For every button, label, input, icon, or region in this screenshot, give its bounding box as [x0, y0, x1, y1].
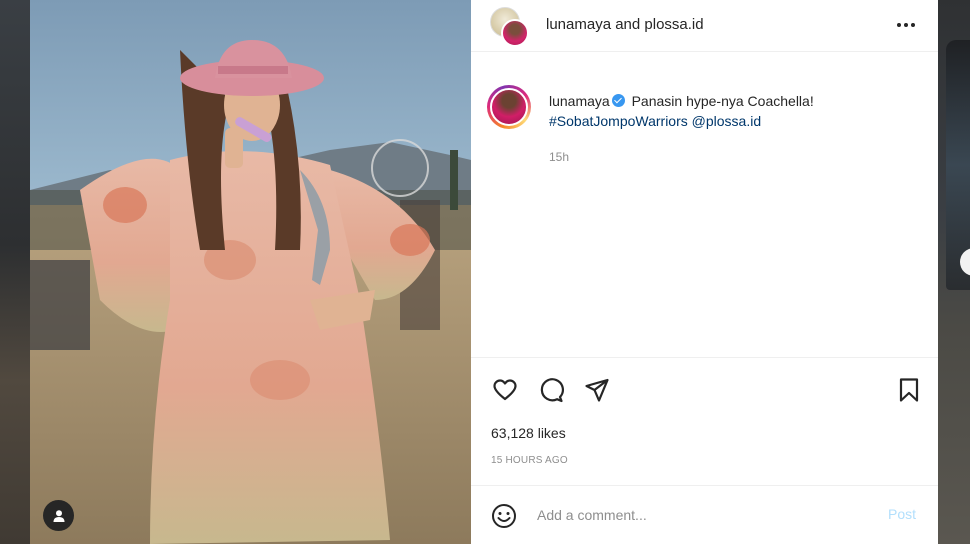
comment-composer: Post: [471, 485, 938, 544]
paper-plane-icon[interactable]: [583, 376, 611, 404]
heart-icon[interactable]: [491, 376, 519, 404]
post-authors[interactable]: lunamaya and plossa.id: [546, 16, 704, 33]
person-icon: [53, 509, 64, 522]
caption-username[interactable]: lunamaya: [549, 93, 610, 109]
bookmark-icon[interactable]: [895, 376, 923, 404]
post-details-panel: lunamaya and plossa.id lunamaya Panasin …: [471, 0, 938, 544]
more-horizontal-icon[interactable]: [895, 14, 917, 36]
smiley-icon[interactable]: [490, 502, 518, 530]
post-photo-image: [30, 0, 471, 544]
caption-body: Panasin hype-nya Coachella!: [631, 93, 814, 109]
post-photo: [30, 0, 471, 544]
caption-hashtag[interactable]: #SobatJompoWarriors: [549, 113, 688, 129]
caption-timestamp[interactable]: 15h: [549, 150, 569, 164]
collab-avatars[interactable]: [490, 7, 530, 47]
avatar-lunamaya: [501, 19, 529, 47]
post-age[interactable]: 15 HOURS AGO: [491, 455, 568, 466]
post-comment-button[interactable]: Post: [888, 506, 916, 522]
likes-count[interactable]: 63,128 likes: [491, 425, 566, 441]
tagged-users-button[interactable]: [43, 500, 74, 531]
post-header: lunamaya and plossa.id: [471, 0, 938, 52]
caption-avatar[interactable]: [487, 85, 531, 129]
action-bar: 63,128 likes 15 HOURS AGO: [471, 357, 938, 485]
background-feed-left: [0, 0, 30, 544]
comment-icon[interactable]: [537, 376, 565, 404]
comment-input[interactable]: [537, 504, 867, 526]
caption-text: lunamaya Panasin hype-nya Coachella! #So…: [549, 91, 919, 131]
caption-mention[interactable]: @plossa.id: [692, 113, 761, 129]
verified-badge-icon: [611, 94, 625, 107]
